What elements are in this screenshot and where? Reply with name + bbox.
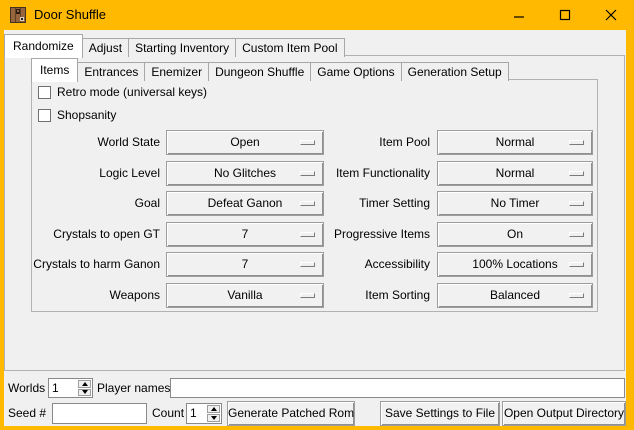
count-spinner[interactable]: 1 xyxy=(186,403,222,424)
timer-setting-dropdown[interactable]: No Timer xyxy=(437,191,593,216)
worlds-spin-down-icon[interactable] xyxy=(78,389,91,397)
dropdown-indicator-icon xyxy=(569,293,584,298)
app-window: Door Shuffle Randomize Adjust Starting I… xyxy=(0,0,634,430)
crystals-gt-label: Crystals to open GT xyxy=(33,222,160,247)
item-functionality-label: Item Functionality xyxy=(295,161,430,186)
seed-value xyxy=(53,406,56,420)
dropdown-indicator-icon xyxy=(569,262,584,267)
item-functionality-dropdown[interactable]: Normal xyxy=(437,161,593,186)
retro-mode-label: Retro mode (universal keys) xyxy=(57,86,207,99)
accessibility-value: 100% Locations xyxy=(472,257,557,271)
retro-mode-checkbox[interactable] xyxy=(38,86,51,99)
open-output-directory-button[interactable]: Open Output Directory xyxy=(502,401,626,426)
seed-input[interactable] xyxy=(52,403,147,424)
player-names-label: Player names xyxy=(97,378,170,398)
timer-setting-label: Timer Setting xyxy=(295,191,430,216)
worlds-value: 1 xyxy=(52,379,59,397)
seed-label: Seed # xyxy=(8,403,46,424)
worlds-label: Worlds xyxy=(8,378,45,398)
shopsanity-checkbox[interactable] xyxy=(38,109,51,122)
worlds-spin-up-icon[interactable] xyxy=(78,380,91,388)
progressive-items-value: On xyxy=(507,227,523,241)
crystals-ganon-label: Crystals to harm Ganon xyxy=(33,252,160,277)
accessibility-dropdown[interactable]: 100% Locations xyxy=(437,252,593,277)
crystals-gt-value: 7 xyxy=(242,227,249,241)
item-sorting-value: Balanced xyxy=(490,288,540,302)
tab-randomize[interactable]: Randomize xyxy=(4,34,83,58)
count-value: 1 xyxy=(190,404,197,423)
world-state-value: Open xyxy=(230,135,259,149)
player-names-value xyxy=(171,381,174,395)
goal-label: Goal xyxy=(33,191,160,216)
worlds-spinner[interactable]: 1 xyxy=(48,378,93,398)
world-state-label: World State xyxy=(33,130,160,155)
generate-patched-rom-button[interactable]: Generate Patched Rom xyxy=(227,401,355,426)
progressive-items-dropdown[interactable]: On xyxy=(437,222,593,247)
logic-level-value: No Glitches xyxy=(214,166,276,180)
weapons-value: Vanilla xyxy=(227,288,262,302)
accessibility-label: Accessibility xyxy=(295,252,430,277)
dropdown-indicator-icon xyxy=(569,171,584,176)
item-functionality-value: Normal xyxy=(496,166,535,180)
item-pool-label: Item Pool xyxy=(295,130,430,155)
weapons-label: Weapons xyxy=(33,283,160,308)
dropdown-indicator-icon xyxy=(569,201,584,206)
item-sorting-dropdown[interactable]: Balanced xyxy=(437,283,593,308)
count-spin-up-icon[interactable] xyxy=(207,405,220,413)
shopsanity-label: Shopsanity xyxy=(57,109,116,122)
tab-items[interactable]: Items xyxy=(31,58,78,82)
item-pool-dropdown[interactable]: Normal xyxy=(437,130,593,155)
count-spin-down-icon[interactable] xyxy=(207,414,220,422)
item-sorting-label: Item Sorting xyxy=(295,283,430,308)
dropdown-indicator-icon xyxy=(569,140,584,145)
count-label: Count xyxy=(152,403,184,424)
goal-value: Defeat Ganon xyxy=(208,196,283,210)
dropdown-indicator-icon xyxy=(569,232,584,237)
timer-setting-value: No Timer xyxy=(491,196,540,210)
item-pool-value: Normal xyxy=(496,135,535,149)
progressive-items-label: Progressive Items xyxy=(295,222,430,247)
player-names-input[interactable] xyxy=(170,378,625,398)
logic-level-label: Logic Level xyxy=(33,161,160,186)
save-settings-button[interactable]: Save Settings to File xyxy=(380,401,500,426)
crystals-ganon-value: 7 xyxy=(242,257,249,271)
